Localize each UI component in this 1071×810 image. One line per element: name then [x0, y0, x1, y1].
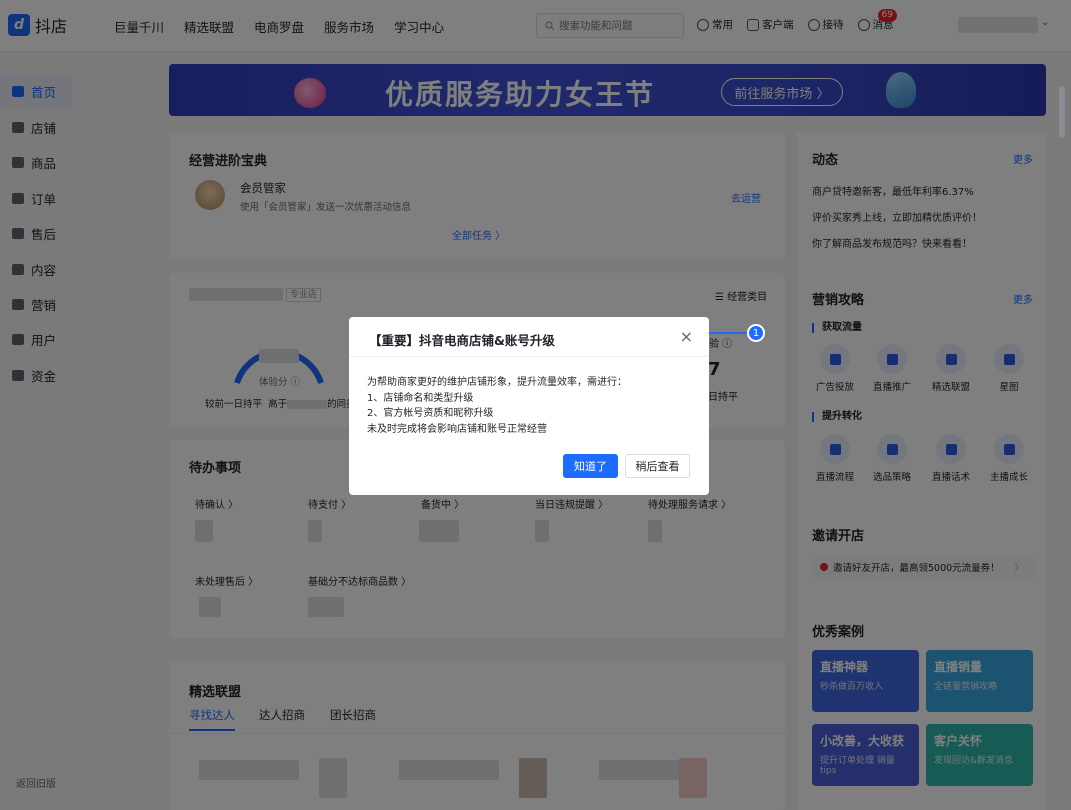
modal-body-line: 未及时完成将会影响店铺和账号正常经营 [367, 423, 547, 435]
modal-body-line: 为帮助商家更好的维护店铺形象，提升流量效率，需进行： [367, 377, 627, 388]
modal-body-line: 2、官方帐号资质和昵称升级 [367, 408, 494, 419]
upgrade-modal: 【重要】抖音电商店铺&账号升级 × 为帮助商家更好的维护店铺形象，提升流量效率，… [349, 317, 709, 495]
modal-body-line: 1、店铺命名和类型升级 [367, 392, 474, 404]
guide-line [705, 332, 750, 334]
close-icon[interactable]: × [680, 327, 693, 346]
modal-divider [349, 356, 709, 357]
scrollbar[interactable] [1059, 86, 1065, 138]
guide-step-badge: 1 [747, 324, 765, 342]
modal-body: 为帮助商家更好的维护店铺形象，提升流量效率，需进行： 1、店铺命名和类型升级 2… [367, 375, 627, 437]
modal-title: 【重要】抖音电商店铺&账号升级 [369, 333, 555, 348]
confirm-button[interactable]: 知道了 [563, 454, 618, 478]
later-button[interactable]: 稍后查看 [625, 454, 690, 478]
